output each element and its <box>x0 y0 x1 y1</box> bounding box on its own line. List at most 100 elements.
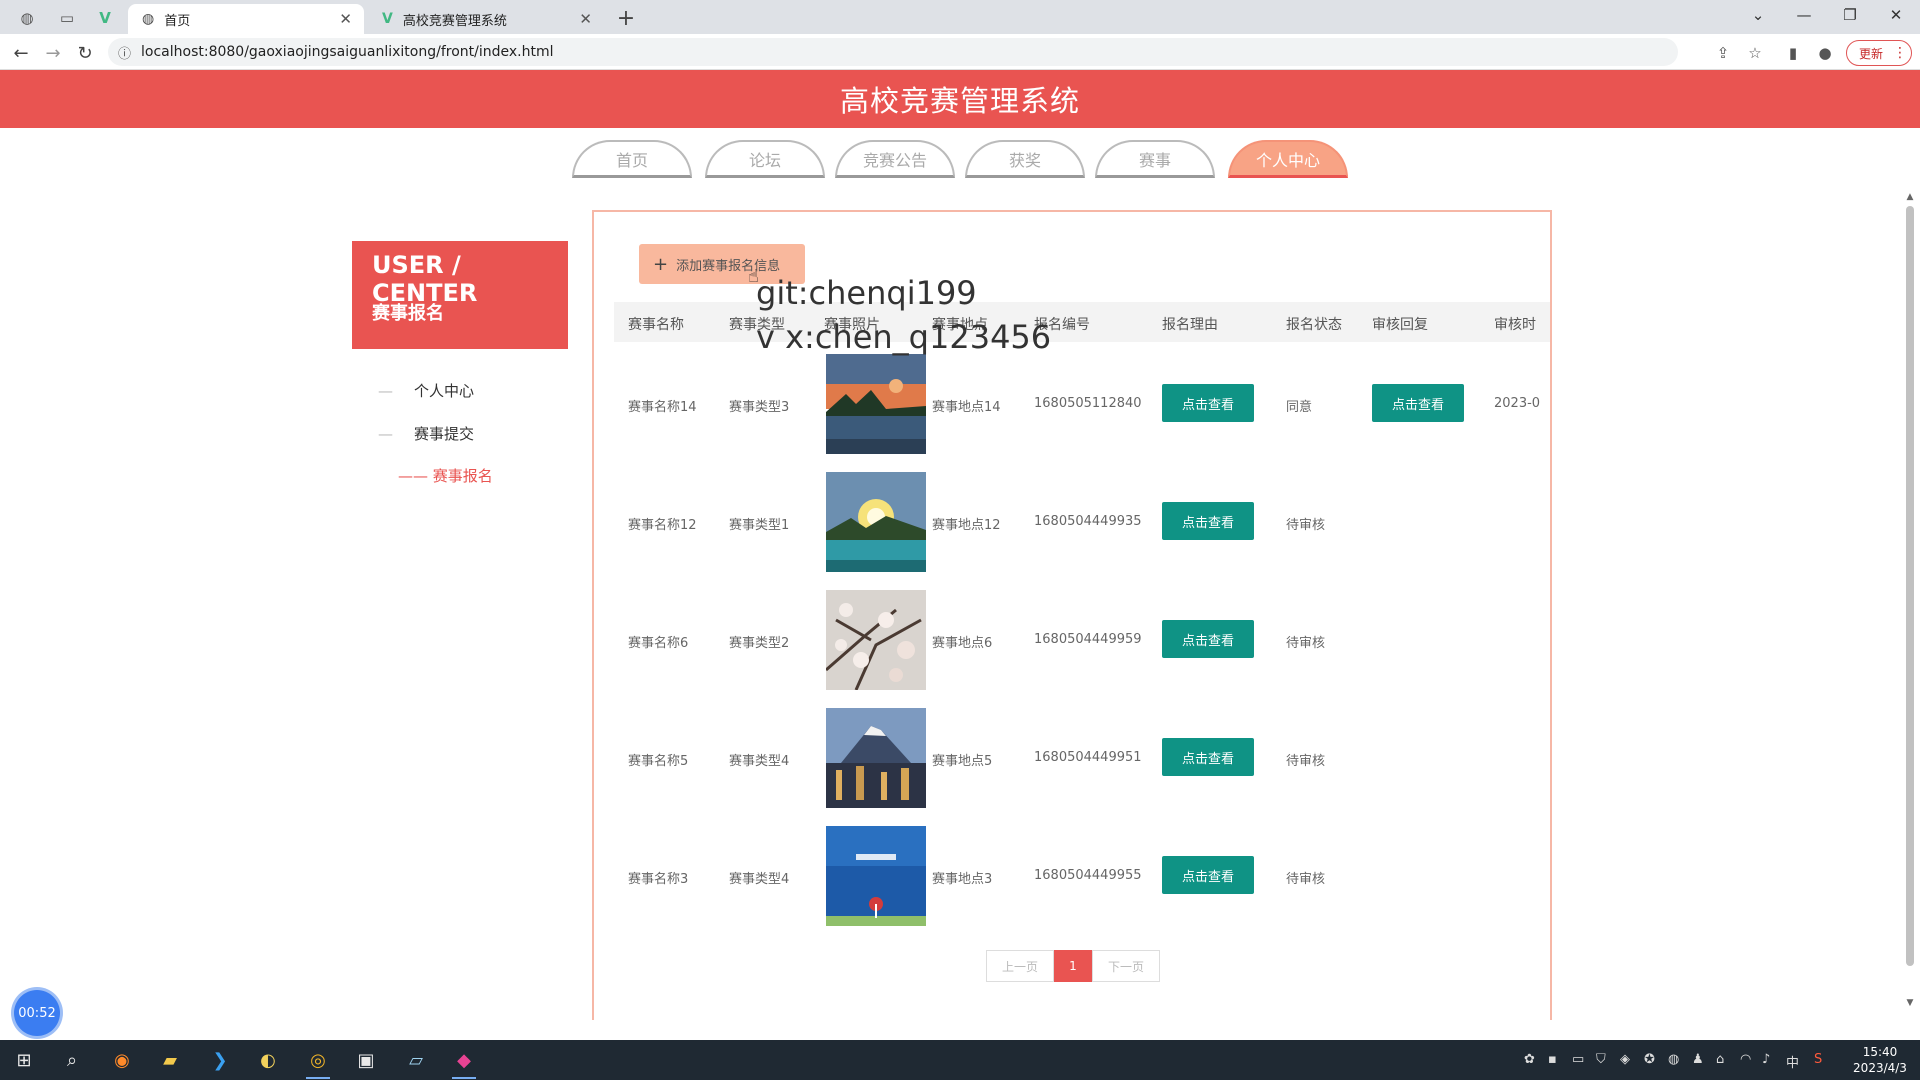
intellij-icon[interactable]: ◆ <box>446 1046 482 1079</box>
qq-icon[interactable]: ♟ <box>1692 1052 1704 1067</box>
back-icon[interactable]: ← <box>8 40 34 66</box>
file-explorer-icon[interactable]: ▰ <box>152 1046 188 1074</box>
cell-event-name: 赛事名称3 <box>628 872 689 887</box>
search-icon[interactable]: ⌕ <box>54 1046 90 1074</box>
next-page-button[interactable]: 下一页 <box>1092 950 1160 982</box>
watermark-line2: v x:chen_q123456 <box>756 318 1052 356</box>
nav-user-center[interactable]: 个人中心 <box>1228 140 1348 178</box>
cell-signup-code: 1680504449959 <box>1034 632 1142 647</box>
cell-signup-code: 1680504449951 <box>1034 750 1142 765</box>
scroll-up-icon[interactable]: ▲ <box>1904 192 1916 202</box>
bookmark-star-icon[interactable]: ☆ <box>1744 42 1766 64</box>
site-header: 高校竞赛管理系统 <box>0 70 1920 128</box>
table-row: 赛事名称6 赛事类型2 赛事地点6 1680504449959 点击查看 待审核 <box>614 590 1550 708</box>
window-close-icon[interactable]: ✕ <box>1874 0 1918 30</box>
view-reply-button[interactable]: 点击查看 <box>1372 384 1464 422</box>
scroll-down-icon[interactable]: ▼ <box>1904 998 1916 1008</box>
wifi-icon[interactable]: ◠ <box>1740 1052 1751 1067</box>
tray-app-icon[interactable]: ✿ <box>1524 1052 1535 1067</box>
browser-toolbar: ← → ↻ ⓘ localhost:8080/gaoxiaojingsaigua… <box>0 34 1920 70</box>
taskbar: ⊞ ⌕ ◉ ▰ ❯ ◐ ◎ ▣ ▱ ◆ ✿ ▪ ▭ ⛉ ◈ ✪ ◍ ♟ ⌂ ◠ … <box>0 1040 1920 1080</box>
clock-date: 2023/4/3 <box>1853 1061 1907 1075</box>
prev-page-button[interactable]: 上一页 <box>986 950 1054 982</box>
sidebar-item-event-submit[interactable]: — 赛事提交 <box>378 423 474 444</box>
wechat-icon[interactable]: ◍ <box>1668 1052 1679 1067</box>
content-panel: + 添加赛事报名信息 赛事名称 赛事类型 赛事照片 赛事地点 报名编号 报名理由… <box>592 210 1552 1020</box>
cell-event-name: 赛事名称12 <box>628 518 697 533</box>
page-scrollbar[interactable]: ▲ ▼ <box>1904 192 1916 1012</box>
profile-icon[interactable]: ● <box>1814 42 1836 64</box>
cell-event-name: 赛事名称6 <box>628 636 689 651</box>
site-info-icon[interactable]: ⓘ <box>118 43 131 62</box>
volume-icon[interactable]: ♪ <box>1762 1052 1770 1067</box>
terminal-icon[interactable]: ▣ <box>348 1046 384 1074</box>
tab-search-chevron-icon[interactable]: ⌄ <box>1736 0 1780 30</box>
ime-indicator[interactable]: 中 <box>1786 1052 1799 1071</box>
nav-events[interactable]: 赛事 <box>1095 140 1215 178</box>
tray-app-icon[interactable]: ▪ <box>1548 1052 1557 1067</box>
shield-icon[interactable]: ⛉ <box>1596 1052 1606 1067</box>
tray-app-icon[interactable]: S <box>1814 1052 1822 1067</box>
app-icon[interactable]: ◐ <box>250 1046 286 1074</box>
tray-app-icon[interactable]: ▭ <box>1572 1052 1584 1067</box>
new-tab-button[interactable]: + <box>612 4 640 32</box>
event-photo-sunrise-lake <box>826 472 926 572</box>
firefox-icon[interactable]: ◉ <box>104 1046 140 1074</box>
sidebar-subheading: 赛事报名 <box>372 303 444 324</box>
usb-icon[interactable]: ⌂ <box>1716 1052 1724 1067</box>
notepad-icon[interactable]: ▱ <box>398 1046 434 1074</box>
more-menu-icon[interactable]: ⋮ <box>1893 45 1907 61</box>
page-1-button[interactable]: 1 <box>1054 950 1092 982</box>
pinned-tab-blank-icon[interactable]: ▭ <box>50 6 84 30</box>
globe-icon: ◍ <box>142 11 155 27</box>
reload-icon[interactable]: ↻ <box>72 40 98 66</box>
col-review-time: 审核时 <box>1494 317 1536 333</box>
nav-forum[interactable]: 论坛 <box>705 140 825 178</box>
cell-signup-code: 1680505112840 <box>1034 396 1142 411</box>
windows-start-icon[interactable]: ⊞ <box>6 1046 42 1074</box>
col-signup-reason: 报名理由 <box>1162 317 1218 333</box>
col-review-reply: 审核回复 <box>1372 317 1428 333</box>
tray-app-icon[interactable]: ✪ <box>1644 1052 1655 1067</box>
pinned-tab-globe-icon[interactable]: ◍ <box>10 6 44 30</box>
sidebar-item-label: 个人中心 <box>414 382 475 400</box>
sidebar-subitem-event-signup[interactable]: —— 赛事报名 <box>398 465 493 486</box>
scrollbar-thumb[interactable] <box>1906 206 1914 966</box>
share-icon[interactable]: ⇪ <box>1712 42 1734 64</box>
browser-update-button[interactable]: 更新 ⋮ <box>1846 40 1912 66</box>
address-bar[interactable]: ⓘ localhost:8080/gaoxiaojingsaiguanlixit… <box>108 38 1678 66</box>
forward-icon[interactable]: → <box>40 40 66 66</box>
event-photo-blossoms <box>826 590 926 690</box>
cell-signup-code: 1680504449935 <box>1034 514 1142 529</box>
dash-icon: — <box>378 381 393 400</box>
hand-cursor-icon: ☝ <box>748 266 759 287</box>
view-reason-button[interactable]: 点击查看 <box>1162 384 1254 422</box>
tab-home[interactable]: ◍ 首页 ✕ <box>128 4 364 34</box>
sidebar-item-user-center[interactable]: — 个人中心 <box>378 380 474 401</box>
side-panel-icon[interactable]: ▮ <box>1782 42 1804 64</box>
nav-announcements[interactable]: 竞赛公告 <box>835 140 955 178</box>
view-reason-button[interactable]: 点击查看 <box>1162 620 1254 658</box>
close-icon[interactable]: ✕ <box>579 10 592 28</box>
nav-home[interactable]: 首页 <box>572 140 692 178</box>
cell-event-type: 赛事类型4 <box>729 754 790 769</box>
close-icon[interactable]: ✕ <box>339 10 352 28</box>
tray-app-icon[interactable]: ◈ <box>1620 1052 1630 1067</box>
view-reason-button[interactable]: 点击查看 <box>1162 502 1254 540</box>
cell-event-place: 赛事地点5 <box>932 754 993 769</box>
tab-system[interactable]: V 高校竞赛管理系统 ✕ <box>368 4 604 34</box>
recording-timer[interactable]: 00:52 <box>14 990 60 1036</box>
cell-event-type: 赛事类型4 <box>729 872 790 887</box>
vue-icon: V <box>382 11 393 27</box>
nav-awards[interactable]: 获奖 <box>965 140 1085 178</box>
view-reason-button[interactable]: 点击查看 <box>1162 738 1254 776</box>
pinned-tab-vue-icon[interactable]: V <box>88 6 122 30</box>
restore-icon[interactable]: ❐ <box>1828 0 1872 30</box>
cell-event-place: 赛事地点6 <box>932 636 993 651</box>
taskbar-clock[interactable]: 15:40 2023/4/3 <box>1840 1044 1920 1076</box>
minimize-icon[interactable]: — <box>1782 0 1826 30</box>
cell-event-place: 赛事地点14 <box>932 400 1001 415</box>
vscode-icon[interactable]: ❯ <box>202 1046 238 1074</box>
chrome-icon[interactable]: ◎ <box>300 1046 336 1079</box>
view-reason-button[interactable]: 点击查看 <box>1162 856 1254 894</box>
